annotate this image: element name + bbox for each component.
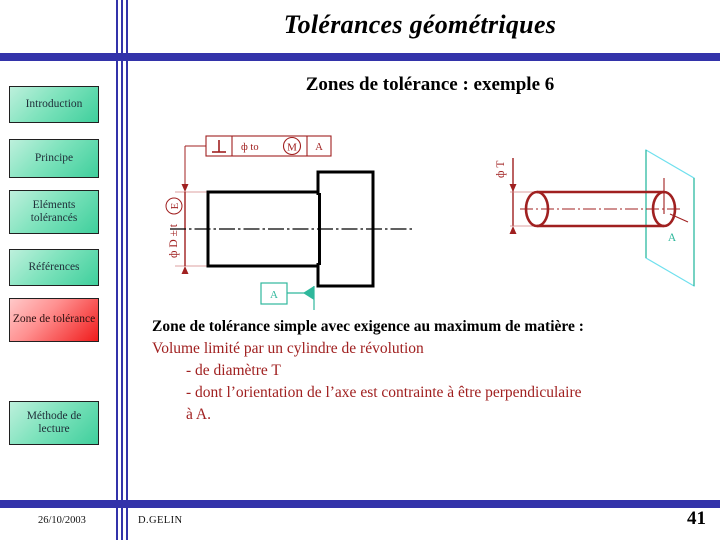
- footer-author: D.GELIN: [138, 515, 183, 526]
- sidebar-item-zone-de-tolerance[interactable]: Zone de tolérance: [9, 298, 99, 342]
- explanation-bullet-1: - de diamètre T: [186, 362, 281, 379]
- svg-text:E: E: [170, 203, 181, 209]
- explanation-line3: Volume limité par un cylindre de révolut…: [152, 340, 424, 357]
- right-tolerance-zone-drawing: A ф T: [480, 148, 718, 290]
- vertical-rule-1: [116, 0, 118, 540]
- sidebar-item-label: Eléments tolérancés: [30, 198, 78, 224]
- sidebar-item-label: Méthode de lecture: [26, 409, 82, 435]
- tolerance-value-text: ф to: [241, 142, 259, 153]
- datum-feature-symbol: A: [260, 282, 315, 310]
- slide-root: Tolérances géométriques Zones de toléran…: [0, 0, 720, 540]
- sidebar-item-principe[interactable]: Principe: [9, 139, 99, 178]
- sidebar-item-label: Zone de tolérance: [12, 313, 96, 326]
- sidebar-item-references[interactable]: Références: [9, 249, 99, 286]
- svg-text:A: A: [315, 142, 323, 153]
- explanation-bullet-3: à A.: [186, 406, 211, 423]
- sidebar-item-elements-tolerances[interactable]: Eléments tolérancés: [9, 190, 99, 234]
- page-subtitle: Zones de tolérance : exemple 6: [305, 74, 555, 95]
- sidebar-item-label: Références: [28, 260, 80, 273]
- footer-page-number: 41: [687, 508, 706, 529]
- sidebar-item-label: Introduction: [25, 97, 83, 110]
- svg-text:A: A: [270, 289, 278, 301]
- footer-date: 26/10/2003: [38, 515, 86, 526]
- footer-divider-bar: [0, 500, 720, 508]
- svg-text:M: M: [287, 142, 297, 154]
- explanation-text: Zone de tolérance simple avec exigence a…: [152, 316, 712, 426]
- svg-text:ф T: ф T: [495, 161, 507, 178]
- vertical-rule-3: [126, 0, 128, 540]
- svg-text:A: A: [668, 232, 677, 244]
- explanation-bullet-2: - dont l’orientation de l’axe est contra…: [186, 384, 582, 401]
- left-technical-drawing: ф to M A ф D ± t E A: [160, 130, 420, 315]
- vertical-rule-2: [121, 0, 123, 540]
- sidebar-item-introduction[interactable]: Introduction: [9, 86, 99, 123]
- explanation-heading-line2: matière :: [524, 318, 584, 335]
- sidebar-item-label: Principe: [34, 151, 74, 164]
- explanation-heading-line1: Zone de tolérance simple avec exigence a…: [152, 318, 521, 335]
- header-divider-bar: [0, 53, 720, 61]
- page-title: Tolérances géométriques: [283, 10, 557, 39]
- sidebar-item-methode-de-lecture[interactable]: Méthode de lecture: [9, 401, 99, 445]
